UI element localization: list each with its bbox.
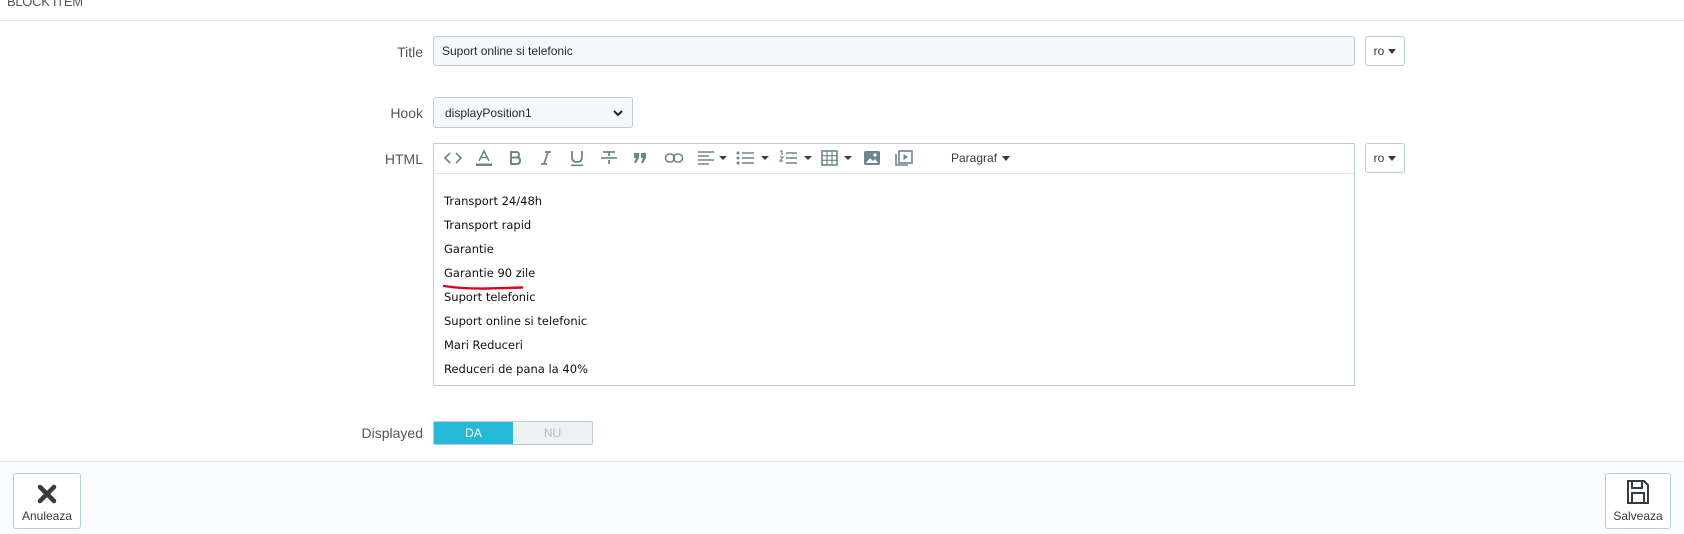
close-icon [37,484,57,504]
html-language-code: ro [1373,151,1385,165]
html-language-dropdown[interactable]: ro [1365,143,1405,173]
red-underline-annotation [443,284,523,290]
caret-down-icon [1388,48,1397,54]
displayed-no-option[interactable]: NU [513,422,592,444]
editor-line: Mari Reduceri [444,338,524,352]
save-button[interactable]: Salveaza [1605,473,1671,529]
chevron-down-icon [613,110,623,117]
hook-selected-value: displayPosition1 [445,105,532,120]
caret-down-icon [1002,155,1011,161]
save-icon [1627,480,1649,504]
editor-line: Suport online si telefonic [444,314,588,328]
blockquote-icon[interactable] [632,149,648,167]
format-dropdown-label: Paragraf [951,151,998,165]
panel-title: BLOCK ITEM [7,0,83,9]
video-icon[interactable] [895,149,913,167]
caret-down-icon [1388,155,1397,161]
bullet-list-icon[interactable] [736,149,770,167]
panel-footer: Anuleaza Salveaza [0,461,1684,534]
image-icon[interactable] [863,149,881,167]
html-editor[interactable]: Paragraf Transport 24/48h Transport rapi… [433,143,1355,386]
html-label: HTML [384,151,423,167]
displayed-label: Displayed [361,425,423,441]
editor-line: Transport rapid [444,218,532,232]
editor-toolbar: Paragraf [434,144,1354,174]
numbered-list-icon[interactable] [779,149,813,167]
bold-icon[interactable] [507,149,523,167]
underline-icon[interactable] [569,149,585,167]
displayed-toggle[interactable]: DA NU [433,421,593,445]
editor-line: Transport 24/48h [444,194,543,208]
editor-line: Reduceri de pana la 40% [444,362,588,376]
strikethrough-icon[interactable] [600,149,618,167]
title-input[interactable]: Suport online si telefonic [433,36,1355,66]
hook-label: Hook [390,105,423,121]
cancel-button[interactable]: Anuleaza [13,473,81,529]
table-icon[interactable] [821,149,855,167]
hook-select[interactable]: displayPosition1 [433,97,633,128]
title-language-code: ro [1373,44,1385,58]
editor-line: Garantie [444,242,494,256]
link-icon[interactable] [664,149,684,167]
panel-heading: BLOCK ITEM [0,0,1684,21]
title-language-dropdown[interactable]: ro [1365,36,1405,66]
save-button-label: Salveaza [1613,509,1663,523]
align-icon[interactable] [697,149,727,167]
font-color-icon[interactable] [474,149,494,167]
italic-icon[interactable] [538,149,554,167]
cancel-button-label: Anuleaza [21,509,73,523]
editor-line: Suport telefonic [444,290,536,304]
format-dropdown[interactable]: Paragraf [951,149,1011,167]
title-label: Title [397,44,423,60]
code-view-icon[interactable] [443,149,463,167]
displayed-yes-option[interactable]: DA [434,422,513,444]
